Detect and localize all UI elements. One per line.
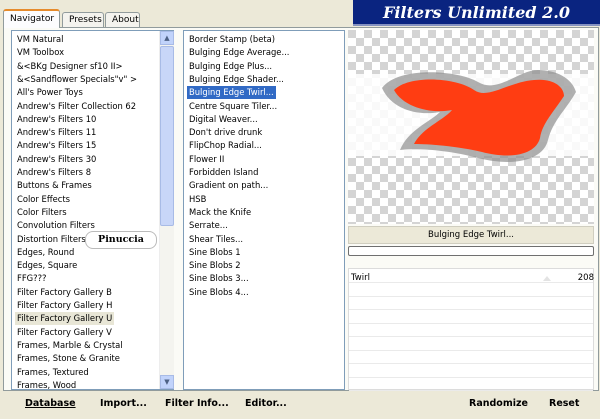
category-item[interactable]: Frames, Marble & Crystal [17,339,123,352]
category-item[interactable]: VM Toolbox [17,46,64,59]
import-button[interactable]: Import... [97,396,150,412]
filter-item[interactable]: Mack the Knife [189,206,251,219]
category-item[interactable]: Color Effects [17,193,70,206]
slider-marker-icon[interactable] [543,276,551,281]
parameter-panel[interactable] [348,268,594,391]
filter-item[interactable]: Digital Weaver... [189,113,258,126]
tab-navigator[interactable]: Navigator [3,9,60,28]
filter-item[interactable]: Gradient on path... [189,179,268,192]
filter-item[interactable]: Bulging Edge Average... [189,46,289,59]
import-label: Import... [100,398,147,409]
filter-item[interactable]: Flower II [189,153,224,166]
banner-divider [353,24,600,26]
category-item[interactable]: Edges, Square [17,259,77,272]
tab-presets[interactable]: Presets [62,12,104,27]
editor-button[interactable]: Editor... [242,396,290,412]
editor-label: Editor... [245,398,287,409]
param-row [349,283,593,297]
category-item[interactable]: Andrew's Filters 8 [17,166,91,179]
param-row [349,337,593,351]
category-item[interactable]: &<BKg Designer sf10 II> [17,60,123,73]
category-item[interactable]: &<Sandflower Specials"v" > [17,73,137,86]
preview-image [348,30,594,224]
category-item[interactable]: Filter Factory Gallery U [15,312,115,326]
randomize-button[interactable]: Randomize [466,396,531,412]
category-item[interactable]: Frames, Stone & Granite [17,352,120,365]
filter-item[interactable]: Sine Blobs 4... [189,286,249,299]
filter-item[interactable]: FlipChop Radial... [189,139,262,152]
param-value-twirl: 208 [577,273,594,283]
category-item[interactable]: Andrew's Filters 15 [17,139,96,152]
filter-name-label: Bulging Edge Twirl... [348,226,594,244]
category-item[interactable]: Convolution Filters [17,219,95,232]
database-button[interactable]: Database [22,396,79,412]
filter-item[interactable]: Bulging Edge Shader... [189,73,284,86]
filter-item[interactable]: Don't drive drunk [189,126,262,139]
category-item[interactable]: Andrew's Filter Collection 62 [17,100,136,113]
param-label-twirl: Twirl [351,273,370,283]
category-item[interactable]: Edges, Round [17,246,74,259]
scroll-up-icon[interactable]: ▲ [160,31,174,45]
filter-item[interactable]: Shear Tiles... [189,233,243,246]
category-item[interactable]: Buttons & Frames [17,179,92,192]
scroll-thumb[interactable] [160,46,174,226]
category-item[interactable]: Frames, Wood [17,379,76,389]
filter-item[interactable]: Sine Blobs 3... [189,272,249,285]
category-item[interactable]: Frames, Textured [17,366,89,379]
filter-item[interactable]: Forbidden Island [189,166,258,179]
param-row [349,377,593,391]
filter-info-label: Filter Info... [165,398,229,409]
scroll-down-icon[interactable]: ▼ [160,375,174,389]
preview-canvas [348,30,594,224]
filter-item[interactable]: Centre Square Tiler... [189,100,277,113]
param-row [349,323,593,337]
filter-item[interactable]: Bulging Edge Plus... [189,60,272,73]
category-item[interactable]: All's Power Toys [17,86,83,99]
tab-about[interactable]: About [105,12,140,27]
filter-item[interactable]: Bulging Edge Twirl... [187,86,276,100]
reset-button[interactable]: Reset [546,396,582,412]
param-row [349,269,593,283]
category-item[interactable]: Color Filters [17,206,67,219]
filter-info-button[interactable]: Filter Info... [162,396,232,412]
category-list[interactable]: VM Natural VM Toolbox &<BKg Designer sf10 … [11,30,174,390]
param-row [349,296,593,310]
category-scrollbar[interactable]: ▲ ▼ [159,31,174,389]
category-item[interactable]: Filter Factory Gallery H [17,299,112,312]
category-item[interactable]: Andrew's Filters 30 [17,153,96,166]
filter-item[interactable]: Serrate... [189,219,228,232]
filter-item[interactable]: Border Stamp (beta) [189,33,275,46]
signature-stamp: Pinuccia [85,231,157,249]
signature-text: Pinuccia [98,234,144,245]
category-item[interactable]: Andrew's Filters 11 [17,126,96,139]
param-row [349,310,593,324]
category-item[interactable]: Distortion Filters [17,233,86,246]
filter-item[interactable]: Sine Blobs 2 [189,259,241,272]
category-item[interactable]: Filter Factory Gallery V [17,326,112,339]
category-item[interactable]: FFG??? [17,272,46,285]
banner-title: Filters Unlimited 2.0 [382,3,570,22]
filter-list[interactable]: Border Stamp (beta) Bulging Edge Average.… [183,30,345,390]
reset-label: Reset [549,398,580,409]
param-row [349,364,593,378]
category-item[interactable]: Andrew's Filters 10 [17,113,96,126]
category-item[interactable]: VM Natural [17,33,64,46]
progress-bar [348,246,594,256]
filter-item[interactable]: HSB [189,193,206,206]
filter-item[interactable]: Sine Blobs 1 [189,246,241,259]
param-row [349,350,593,364]
database-label: Database [25,398,76,409]
randomize-label: Randomize [469,398,528,409]
category-item[interactable]: Filter Factory Gallery B [17,286,112,299]
